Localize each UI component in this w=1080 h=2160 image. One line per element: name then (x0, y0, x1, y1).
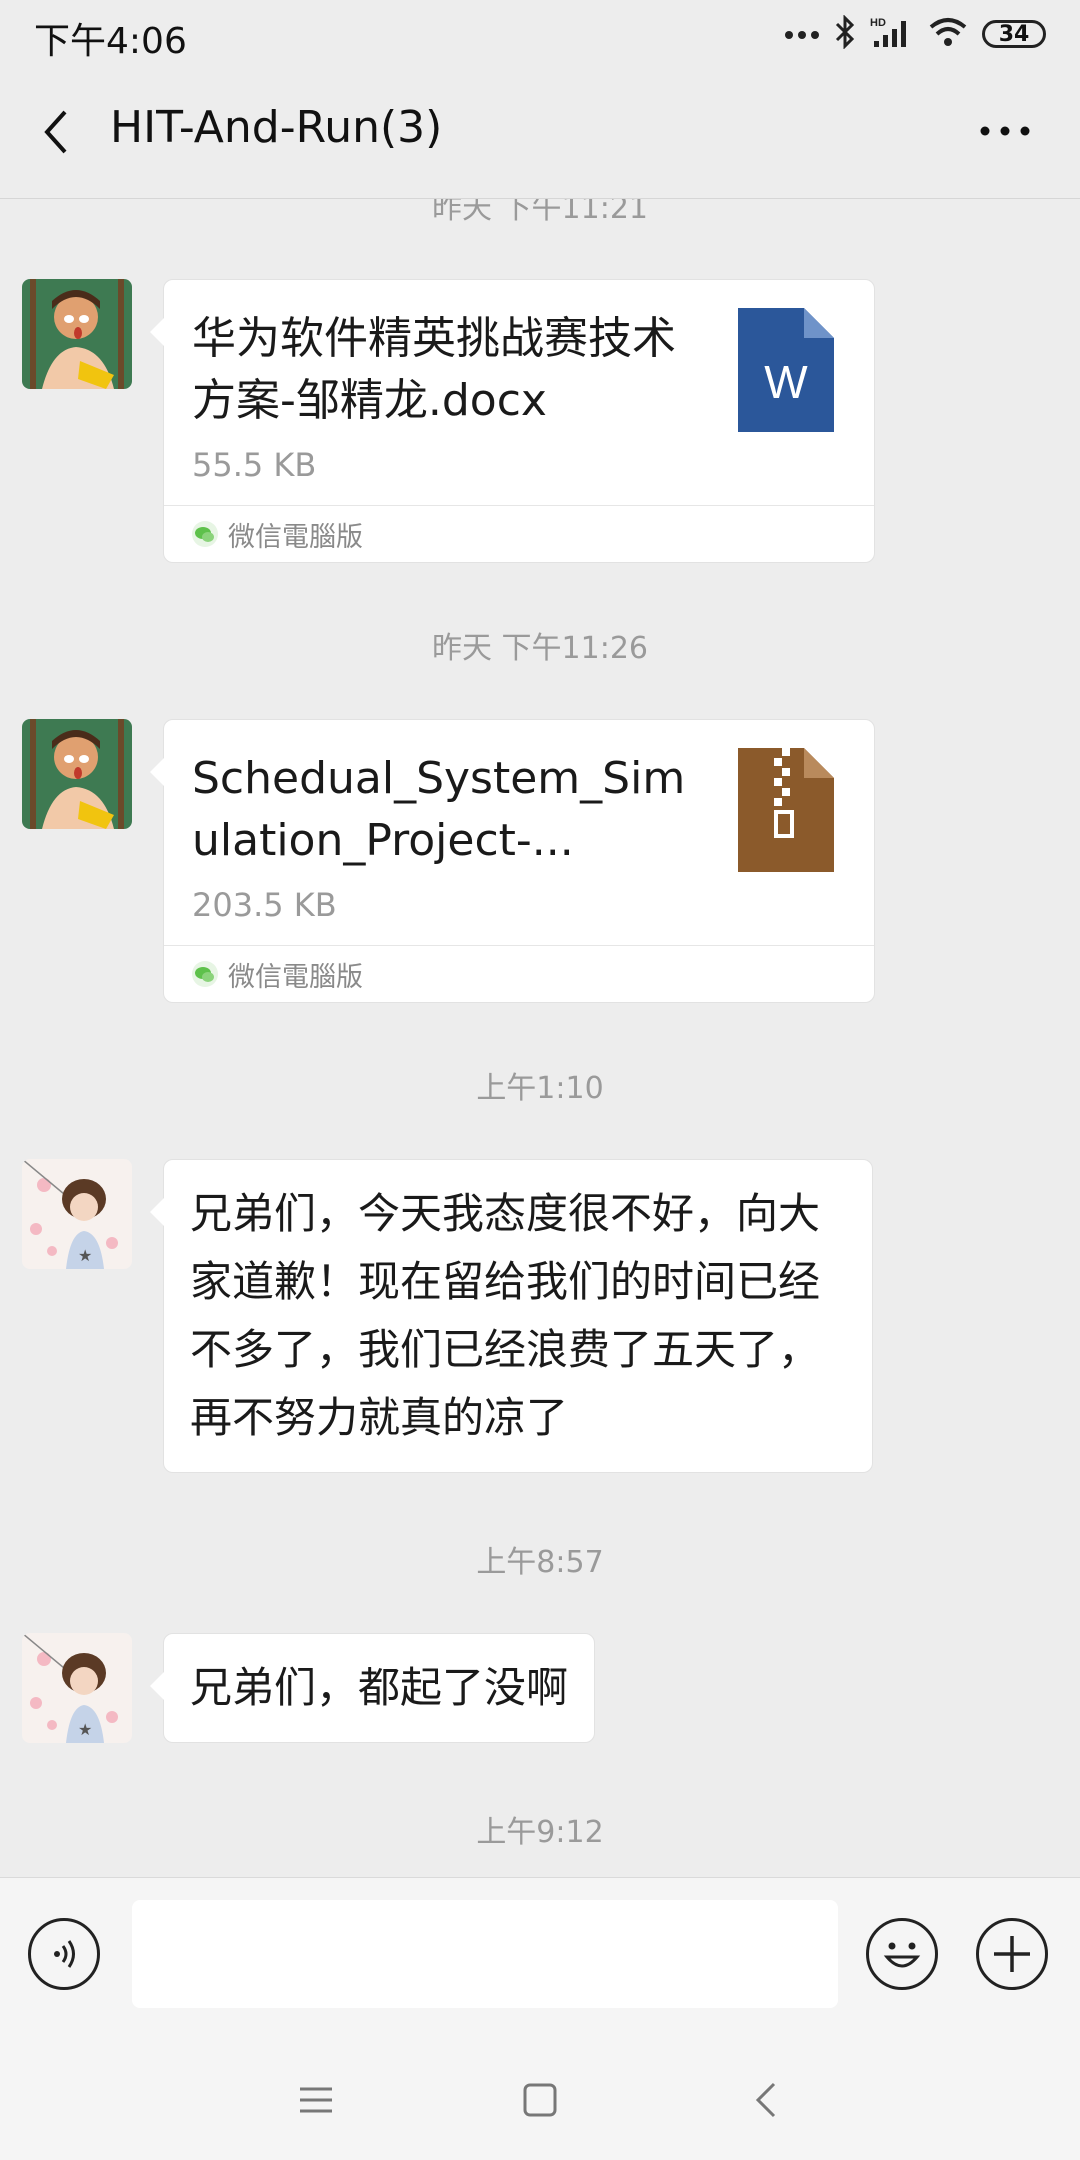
source-label: 微信電腦版 (228, 961, 363, 993)
avatar-image (22, 719, 132, 829)
message-input[interactable] (132, 1900, 838, 2008)
status-time: 下午4:06 (34, 21, 187, 62)
wifi-icon (928, 16, 968, 52)
zip-archive-icon (738, 748, 834, 872)
input-bar (0, 1877, 1080, 2030)
file-size: 55.5 KB (192, 446, 317, 484)
timestamp: 昨天 下午11:26 (432, 631, 648, 666)
bluetooth-icon (834, 14, 856, 53)
more-dots-icon (980, 126, 1030, 136)
file-name: Schedual_System_Simulation_Project-... (192, 753, 686, 866)
chat-messages[interactable]: 昨天 下午11:21 华为软件精英挑战赛技术方案-邹精龙.docx 55.5 K… (0, 199, 1080, 1877)
back-button[interactable] (28, 102, 84, 162)
svg-text:★: ★ (78, 1246, 92, 1265)
nav-back-button[interactable] (736, 2070, 796, 2130)
chat-title: HIT-And-Run(3) (110, 102, 443, 153)
menu-button[interactable] (286, 2070, 346, 2130)
battery-icon: 34 (982, 20, 1046, 48)
back-chevron-icon (44, 110, 67, 154)
avatar-image: ★ (22, 1633, 132, 1743)
avatar[interactable] (22, 719, 132, 829)
word-doc-icon: W (738, 308, 834, 432)
home-button[interactable] (510, 2070, 570, 2130)
text-message[interactable]: 兄弟们，今天我态度很不好，向大家道歉！现在留给我们的时间已经不多了，我们已经浪费… (150, 1159, 873, 1473)
text-message[interactable]: 兄弟们，都起了没啊 (149, 1633, 596, 1743)
home-square-icon (523, 2083, 557, 2117)
avatar-image: ★ (22, 1159, 132, 1269)
more-dots-icon (784, 25, 820, 44)
voice-input-icon (54, 1940, 75, 1968)
file-message[interactable]: 华为软件精英挑战赛技术方案-邹精龙.docx 55.5 KB W 微信電腦版 (150, 279, 875, 563)
svg-text:HD: HD (870, 17, 886, 29)
chat-header: HIT-And-Run(3) (0, 66, 1080, 199)
more-options-button[interactable] (970, 106, 1040, 156)
plus-icon (994, 1936, 1030, 1972)
timestamp: 上午1:10 (476, 1071, 604, 1106)
avatar[interactable]: ★ (22, 1159, 132, 1269)
avatar[interactable]: ★ (22, 1633, 132, 1743)
avatar-image (22, 279, 132, 389)
voice-button[interactable] (28, 1918, 100, 1990)
wechat-icon (192, 521, 218, 547)
file-message[interactable]: Schedual_System_Simulation_Project-... 2… (150, 719, 875, 1003)
file-source-footer: 微信電腦版 (164, 945, 874, 1002)
source-label: 微信電腦版 (228, 521, 363, 553)
svg-text:W: W (764, 356, 808, 408)
emoji-button[interactable] (866, 1918, 938, 1990)
hd-signal-icon: HD (870, 15, 914, 53)
timestamp: 上午9:12 (476, 1815, 604, 1850)
status-bar: 下午4:06 HD 34 (0, 0, 1080, 66)
message-text: 兄弟们，今天我态度很不好，向大家道歉！现在留给我们的时间已经不多了，我们已经浪费… (190, 1189, 821, 1442)
menu-icon (300, 2087, 332, 2113)
svg-text:★: ★ (78, 1720, 92, 1739)
message-text: 兄弟们，都起了没啊 (190, 1663, 569, 1712)
timestamp: 上午8:57 (476, 1545, 604, 1580)
file-name: 华为软件精英挑战赛技术方案-邹精龙.docx (192, 313, 676, 426)
wechat-icon (192, 961, 218, 987)
timestamp: 昨天 下午11:21 (432, 199, 648, 226)
file-size: 203.5 KB (192, 886, 337, 924)
status-icons: HD 34 (784, 14, 1046, 54)
system-nav-bar (0, 2030, 1080, 2160)
emoji-icon (883, 1942, 921, 1968)
avatar[interactable] (22, 279, 132, 389)
file-source-footer: 微信電腦版 (164, 505, 874, 562)
nav-back-icon (755, 2082, 776, 2118)
plus-button[interactable] (976, 1918, 1048, 1990)
